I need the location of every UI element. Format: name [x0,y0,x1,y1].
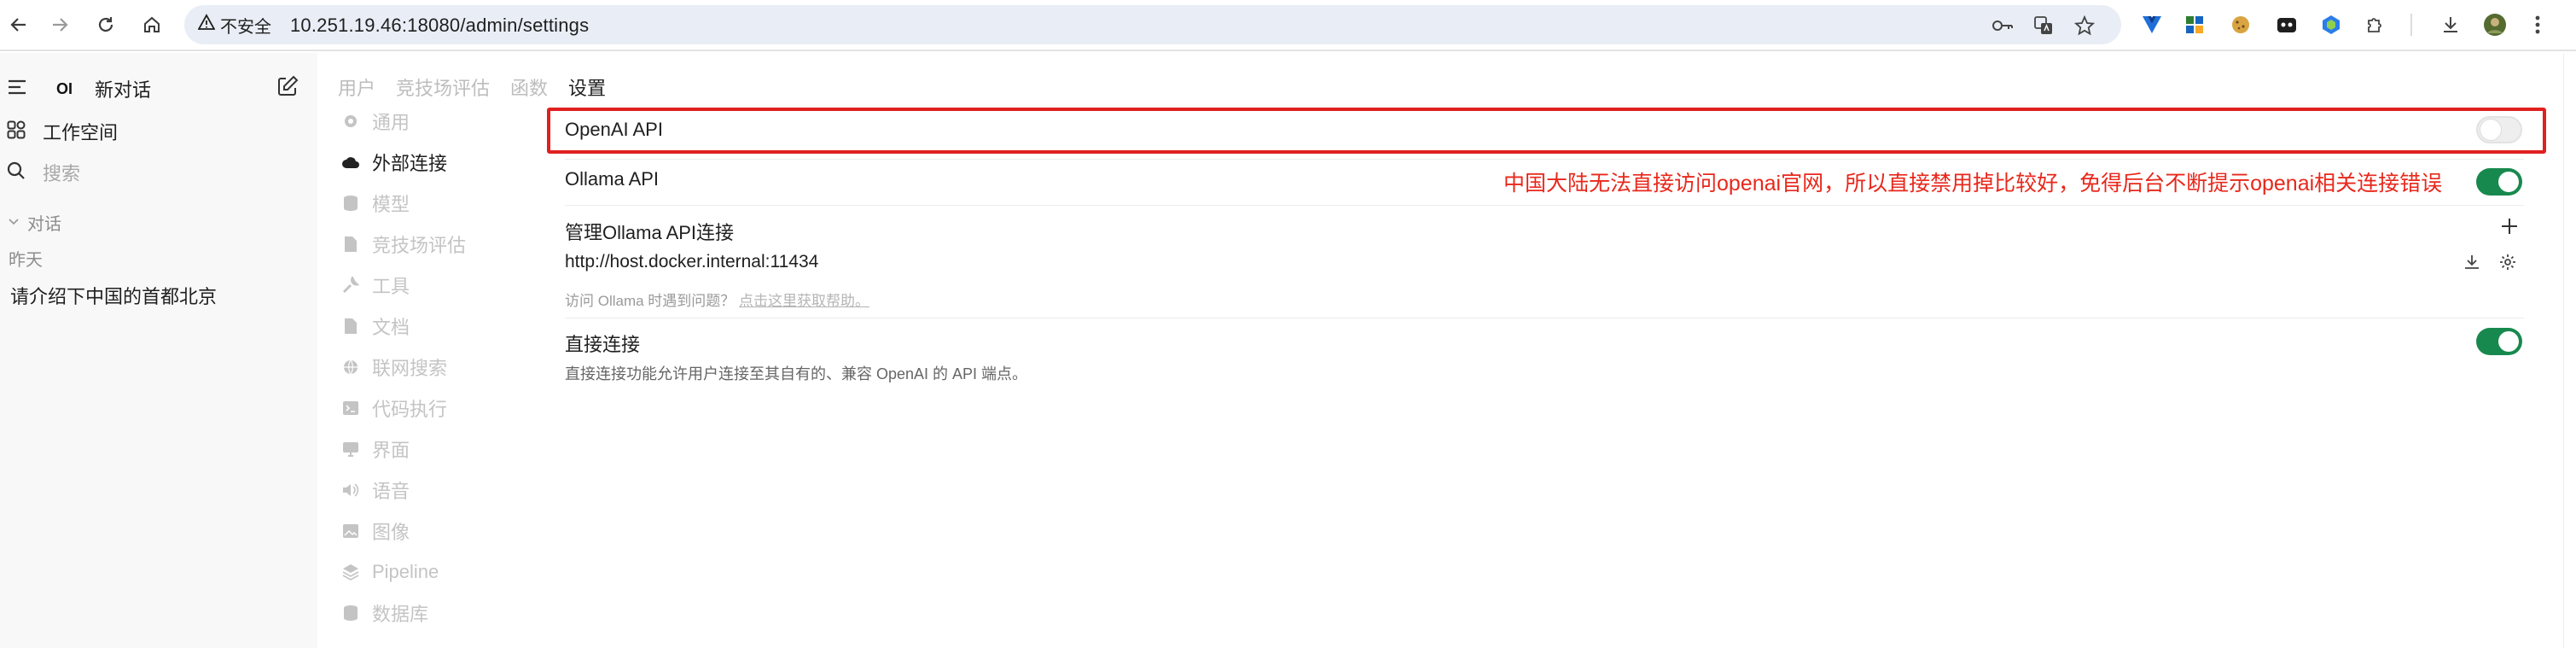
cloud-icon [341,153,360,172]
logo: OI [56,79,73,97]
workspace-label: 工作空间 [43,122,119,143]
address-bar[interactable]: 不安全 10.251.19.46:18080/admin/settings [184,5,2121,44]
cookie-extension-icon[interactable] [2229,13,2253,37]
direct-connection-description: 直接连接功能允许用户连接至其自有的、兼容 OpenAI 的 API 端点。 [565,365,1028,382]
speaker-icon [341,481,360,499]
chat-sidebar: OI 新对话 工作空间 搜索 对话 昨天 请介绍下中国的首都北京 [0,53,317,648]
document-icon [341,235,360,254]
chat-item[interactable]: 请介绍下中国的首都北京 [10,282,217,309]
divider [565,205,2524,206]
ollama-help-link[interactable]: 点击这里获取帮助。 [739,293,869,309]
key-icon[interactable] [1992,15,2014,37]
new-chat-label: 新对话 [95,79,152,101]
search-placeholder: 搜索 [43,163,81,184]
settings-nav-tools[interactable]: 工具 [341,271,410,299]
database-icon [341,604,360,622]
toggle-knob [2498,172,2519,192]
globe-icon [341,358,360,377]
browser-menu-icon[interactable] [2526,13,2550,37]
chevron-down-icon [9,215,19,231]
settings-nav-interface[interactable]: 界面 [341,435,410,463]
grid-extension-icon[interactable] [2183,13,2207,37]
ollama-help-text: 访问 Ollama 时遇到问题？ 点击这里获取帮助。 [565,289,869,310]
download-icon[interactable] [2439,13,2463,37]
annotation-note: 中国大陆无法直接访问openai官网，所以直接禁用掉比较好，免得后台不断提示op… [1503,172,2443,196]
profile-avatar[interactable] [2483,13,2507,37]
search-icon [7,161,26,184]
admin-tabs: 用户 竞技场评估 函数 设置 [338,73,606,101]
manage-ollama-label: 管理Ollama API连接 [565,222,735,243]
cube-extension-icon[interactable] [2319,13,2343,37]
security-label: 不安全 [220,17,271,37]
direct-connection-toggle[interactable] [2476,328,2522,355]
robot-extension-icon[interactable] [2275,13,2299,37]
search-input[interactable]: 搜索 [7,159,80,186]
gear-icon[interactable] [2498,253,2517,276]
wrench-icon [341,276,360,295]
workspace-link[interactable]: 工作空间 [7,118,118,145]
settings-nav-web-search[interactable]: 联网搜索 [341,353,447,381]
sidebar-toggle-icon[interactable] [7,79,27,96]
tab-users[interactable]: 用户 [338,73,375,101]
warning-icon [197,14,216,36]
puzzle-extensions-icon[interactable] [2364,13,2387,37]
group-yesterday: 昨天 [9,251,43,270]
compose-icon[interactable] [276,75,299,97]
tab-arena[interactable]: 竞技场评估 [396,73,490,101]
vue-extension-icon[interactable] [2140,13,2164,37]
url-text[interactable]: 10.251.19.46:18080/admin/settings [290,15,589,37]
document-icon [341,317,360,336]
settings-nav-code-execution[interactable]: 代码执行 [341,394,447,422]
openai-highlight-box [547,108,2546,154]
ollama-api-label: Ollama API [565,168,660,190]
toggle-knob [2480,120,2501,140]
settings-nav-models[interactable]: 模型 [341,190,410,217]
database-icon [341,194,360,213]
openai-api-toggle[interactable] [2476,116,2522,143]
image-icon [341,522,360,540]
settings-nav-images[interactable]: 图像 [341,517,410,545]
toolbar-divider [2410,14,2412,36]
translate-icon[interactable] [2032,15,2055,37]
page-scrollbar[interactable] [2563,53,2576,648]
chats-section-label: 对话 [27,215,61,234]
new-chat-button[interactable]: OI 新对话 [56,75,151,102]
browser-toolbar: 不安全 10.251.19.46:18080/admin/settings [0,0,2576,51]
security-indicator[interactable]: 不安全 [197,14,271,37]
layers-icon [341,563,360,581]
ollama-api-toggle[interactable] [2476,168,2522,196]
settings-nav-database[interactable]: 数据库 [341,599,428,627]
bookmark-star-icon[interactable] [2073,15,2096,37]
ollama-url[interactable]: http://host.docker.internal:11434 [565,252,818,272]
direct-connection-label: 直接连接 [565,334,641,355]
terminal-icon [341,399,360,417]
settings-nav-general[interactable]: 通用 [341,108,410,135]
tab-functions[interactable]: 函数 [510,73,548,101]
monitor-icon [341,440,360,458]
tab-settings[interactable]: 设置 [568,73,606,101]
settings-nav-arena[interactable]: 竞技场评估 [341,231,466,258]
toggle-knob [2498,331,2519,352]
gear-icon [341,112,360,131]
download-model-icon[interactable] [2463,253,2481,276]
divider [565,159,2524,160]
add-connection-icon[interactable] [2500,217,2519,240]
forward-button[interactable] [44,9,75,40]
settings-nav-pipeline[interactable]: Pipeline [341,558,439,586]
ollama-help-prefix: 访问 Ollama 时遇到问题？ [565,293,736,309]
openai-api-label: OpenAI API [565,119,663,140]
back-button[interactable] [3,9,34,40]
settings-nav-documents[interactable]: 文档 [341,312,410,340]
settings-nav-audio[interactable]: 语音 [341,476,410,504]
home-button[interactable] [137,9,167,40]
workspace-icon [7,120,26,143]
reload-button[interactable] [90,9,121,40]
settings-nav-connections[interactable]: 外部连接 [341,149,447,176]
chats-section-toggle[interactable]: 对话 [9,210,61,235]
